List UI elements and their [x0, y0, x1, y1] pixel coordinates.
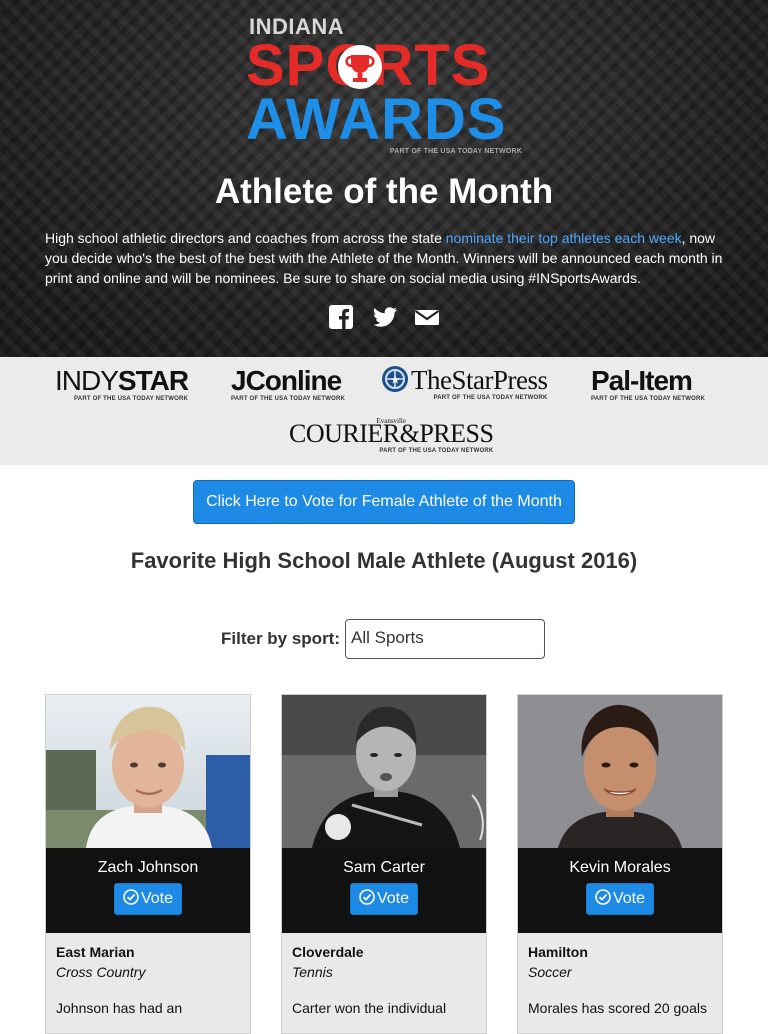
athlete-photo: [518, 695, 722, 848]
hero-description: High school athletic directors and coach…: [45, 228, 725, 288]
page-title: Athlete of the Month: [214, 172, 554, 211]
athlete-sport: Cross Country: [56, 964, 146, 980]
indiana-sports-awards-logo[interactable]: INDIANA SPORTS AWARDS PART OF THE USA TO…: [246, 14, 526, 160]
partner-logos: INDYSTAR PART OF THE USA TODAY NETWORK J…: [0, 357, 768, 465]
athlete-name-band: Kevin Morales Vote: [518, 848, 722, 933]
desc-text-pre: High school athletic directors and coach…: [45, 230, 446, 246]
jconline-network: PART OF THE USA TODAY NETWORK: [231, 396, 346, 402]
social-share-bar: [0, 304, 768, 330]
vote-label: Vote: [612, 890, 646, 907]
section-title: Favorite High School Male Athlete (Augus…: [130, 548, 638, 573]
athlete-name: Zach Johnson: [97, 859, 199, 876]
sport-filter: Filter by sport: All Sports: [221, 619, 546, 659]
jconline-logo[interactable]: JConline PART OF THE USA TODAY NETWORK: [231, 365, 345, 402]
check-circle-icon: [359, 889, 375, 905]
athlete-sport: Tennis: [292, 964, 333, 980]
athlete-name: Sam Carter: [343, 859, 425, 876]
facebook-icon[interactable]: [328, 304, 354, 330]
athlete-school: Cloverdale: [292, 944, 364, 960]
starpress-logo[interactable]: ★ TheStarPress PART OF THE USA TODAY NETW…: [381, 365, 548, 401]
athlete-card: Kevin Morales Vote Hamilton Soccer Moral…: [517, 694, 723, 1034]
athlete-name-band: Sam Carter Vote: [282, 848, 486, 933]
vote-label: Vote: [140, 890, 174, 907]
indystar-light: INDY: [55, 365, 119, 396]
athlete-card: Sam Carter Vote Cloverdale Tennis Carter…: [281, 694, 487, 1034]
athlete-sport: Soccer: [528, 964, 572, 980]
courier-name: COURIER&PRESS: [289, 419, 494, 448]
nominate-link[interactable]: nominate their top athletes each week: [446, 230, 682, 246]
vote-button[interactable]: Vote: [585, 883, 655, 915]
vote-label: Vote: [376, 890, 410, 907]
filter-label: Filter by sport:: [221, 629, 341, 648]
athlete-card: Zach Johnson Vote East Marian Cross Coun…: [45, 694, 251, 1034]
indystar-network: PART OF THE USA TODAY NETWORK: [74, 396, 189, 402]
palitem-network: PART OF THE USA TODAY NETWORK: [591, 396, 706, 402]
svg-text:★: ★: [391, 375, 400, 386]
check-circle-icon: [595, 889, 611, 905]
indystar-bold: STAR: [117, 365, 189, 396]
athlete-blurb: Carter won the individual: [292, 1000, 447, 1016]
indystar-logo[interactable]: INDYSTAR PART OF THE USA TODAY NETWORK: [55, 365, 189, 402]
athlete-school: Hamilton: [528, 944, 588, 960]
vote-button[interactable]: Vote: [349, 883, 419, 915]
athlete-info: East Marian Cross Country Johnson has ha…: [56, 944, 242, 1018]
globe-icon: ★: [382, 366, 408, 392]
athlete-photo: [282, 695, 486, 848]
check-circle-icon: [123, 889, 139, 905]
trophy-icon: [338, 45, 382, 89]
athlete-photo: [46, 695, 250, 848]
palitem-name: Pal-Item: [591, 365, 693, 396]
athlete-name-band: Zach Johnson Vote: [46, 848, 250, 933]
palitem-logo[interactable]: Pal-Item PART OF THE USA TODAY NETWORK: [591, 365, 705, 402]
courier-press-logo[interactable]: Evansville COURIER&PRESS PART OF THE USA…: [289, 417, 494, 454]
athlete-blurb: Morales has scored 20 goals: [528, 1000, 707, 1016]
vote-button[interactable]: Vote: [113, 883, 183, 915]
sport-select[interactable]: All Sports: [345, 619, 546, 659]
jconline-name: JConline: [231, 365, 342, 396]
starpress-name: TheStarPress: [411, 365, 548, 395]
hero-banner: INDIANA SPORTS AWARDS PART OF THE USA TO…: [0, 0, 768, 357]
athlete-blurb: Johnson has had an: [56, 1000, 183, 1016]
athlete-school: East Marian: [56, 944, 135, 960]
logo-awards-text: AWARDS: [246, 87, 507, 152]
athlete-name: Kevin Morales: [569, 859, 671, 876]
email-icon[interactable]: [414, 304, 440, 330]
athlete-info: Cloverdale Tennis Carter won the individ…: [292, 944, 478, 1018]
logo-network-text: PART OF THE USA TODAY NETWORK: [389, 148, 522, 155]
twitter-icon[interactable]: [371, 304, 397, 330]
vote-female-athlete-button[interactable]: Click Here to Vote for Female Athlete of…: [193, 480, 575, 524]
athlete-info: Hamilton Soccer Morales has scored 20 go…: [528, 944, 714, 1018]
